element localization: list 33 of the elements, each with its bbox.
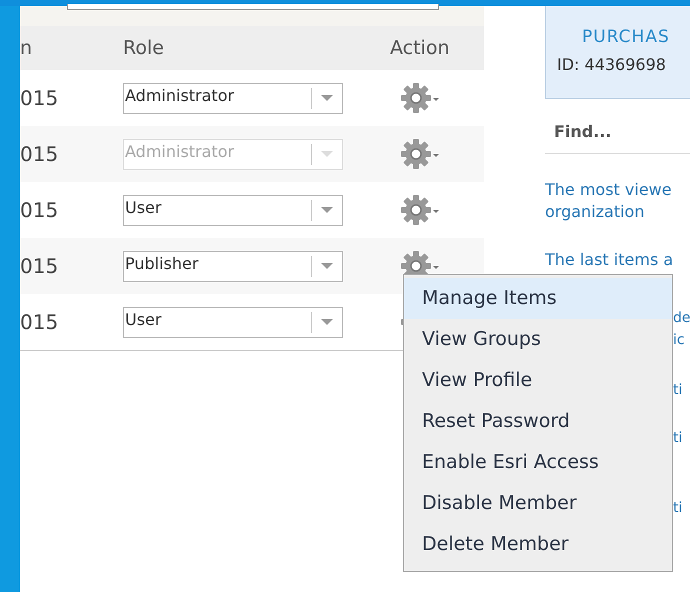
menu-item[interactable]: Delete Member [404,524,672,565]
section-title: Find... [554,122,612,141]
find-link[interactable]: The last items a [545,249,690,271]
menu-item[interactable]: Reset Password [404,401,672,442]
search-field[interactable] [67,4,439,10]
license-id: ID: 44369698 [557,55,667,74]
menu-item[interactable]: Disable Member [404,483,672,524]
find-link[interactable]: The most viewe organization [545,179,690,223]
find-link[interactable]: ti [673,427,690,449]
table-cell-text: 015 [20,310,60,334]
find-link[interactable]: ti [673,497,690,519]
caret-icon [320,206,334,214]
table-cell-text: 015 [20,198,60,222]
column-header: Role [123,37,165,59]
caret-icon [320,94,334,102]
menu-item[interactable]: View Groups [404,319,672,360]
role-dropdown[interactable]: User [123,306,343,338]
caret-icon [320,262,334,270]
menu-item[interactable]: Manage Items [404,278,672,319]
caret-icon [320,318,334,326]
table-cell-text: 015 [20,86,60,110]
table-cell-text: 015 [20,254,60,278]
column-header: n [20,37,34,59]
menu-item[interactable]: Enable Esri Access [404,442,672,483]
role-dropdown[interactable]: Administrator [123,82,343,114]
table-cell-text: 015 [20,142,60,166]
role-dropdown[interactable]: Publisher [123,250,343,282]
find-link[interactable]: ti [673,379,690,401]
role-dropdown[interactable]: User [123,194,343,226]
find-link[interactable]: de ic [673,307,690,351]
column-header: Action [390,37,451,59]
caret-icon [320,150,334,158]
menu-item[interactable]: View Profile [404,360,672,401]
